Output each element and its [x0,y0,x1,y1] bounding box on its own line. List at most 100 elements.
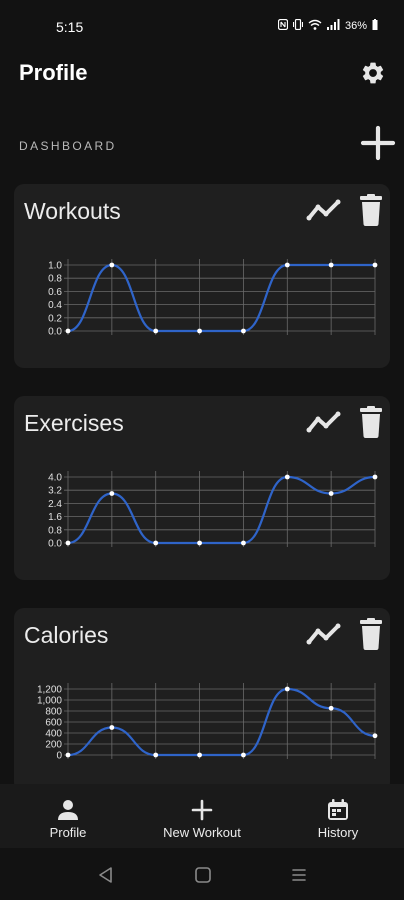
chart-point [372,474,378,480]
calendar-icon [328,799,348,820]
dashboard-card-workouts: Workouts 1.0 0.8 0.6 0.4 0.2 0.0 [14,184,390,368]
chart-point [109,491,115,496]
chart-point [197,328,202,334]
recents-lines-icon [292,869,306,881]
chart-y-tick: 3.2 [48,486,62,497]
page-title: Profile [19,60,88,85]
nav-history[interactable]: History [288,784,388,848]
nav-profile-label: Profile [49,825,87,840]
chart-point [65,328,71,334]
chart-point [284,262,290,268]
person-icon [58,800,78,820]
dashboard-card-calories: Calories 1,200 1,000 800 600 400 200 0 [14,608,390,792]
chart-series-line [67,475,376,545]
chart-point [109,262,115,268]
nfc-icon [277,18,289,33]
dashboard-label: DASHBOARD [19,139,117,153]
chart-y-tick: 0.2 [48,313,62,324]
card-delete-button[interactable] [356,406,392,438]
trash-icon [360,194,382,226]
card-trend-button[interactable] [306,618,342,650]
card-delete-button[interactable] [356,194,392,226]
card-title: Workouts [24,198,121,224]
wifi-icon [308,19,322,33]
signal-icon [326,19,340,33]
chart-point [241,540,246,546]
chart-point [372,733,378,739]
chart-point [328,491,334,496]
chart-y-tick: 2.4 [48,499,62,510]
status-time: 5:15 [56,19,84,35]
trash-icon [360,618,382,650]
chart-y-tick: 1,000 [37,696,62,707]
system-recents-button[interactable] [289,865,309,885]
card-delete-button[interactable] [356,618,392,650]
chart-series-line [67,263,375,333]
workouts-chart: 1.0 0.8 0.6 0.4 0.2 0.0 [48,259,378,338]
chart-point [328,705,334,711]
system-home-button[interactable] [193,865,213,885]
chart-y-tick: 0 [56,751,62,762]
chart-y-tick: 400 [45,729,62,740]
plus-icon [191,799,213,821]
trash-icon [360,406,382,438]
bottom-nav: Profile New Workout History [0,784,404,848]
chart-y-tick: 0.6 [48,287,62,298]
chart-y-tick: 200 [45,740,62,751]
chart-point [284,686,290,692]
chart-point [65,540,71,546]
chart-y-tick: 1.0 [48,261,62,272]
status-icons: 36% [277,18,378,33]
chart-y-tick: 0.0 [48,539,62,550]
chart-y-tick: 0.4 [48,300,62,311]
chart-y-tick: 600 [45,718,62,729]
card-trend-button[interactable] [306,406,342,438]
chart-point [109,725,115,730]
nav-profile[interactable]: Profile [18,784,118,848]
system-back-button[interactable] [96,865,116,885]
calories-chart: 1,2001,0008006004002000 [37,683,378,762]
app-header: Profile [0,48,404,104]
chart-point [65,752,71,758]
chart-point [241,752,246,758]
dashboard-section-header: DASHBOARD [0,125,404,165]
exercises-chart: 4.0 3.2 2.4 1.6 0.8 0.0 [48,471,378,550]
nav-new-workout[interactable]: New Workout [142,784,262,848]
chart-y-tick: 0.8 [48,274,62,285]
nav-new-workout-label: New Workout [163,825,241,840]
card-trend-button[interactable] [306,194,342,226]
chart-point [197,540,202,546]
chart-point [328,262,334,268]
system-nav [0,848,404,900]
settings-button[interactable] [360,60,386,86]
chart-y-tick: 0.0 [48,327,62,338]
home-square-icon [195,867,211,883]
chart-point [153,328,159,334]
chart-y-tick: 0.8 [48,525,62,536]
chart-point [153,752,159,758]
chart-point [241,328,246,334]
trend-line-icon [306,199,341,221]
plus-icon [360,125,396,161]
chart-y-tick: 1.6 [48,512,62,523]
trend-line-icon [306,411,341,433]
battery-icon [372,19,378,33]
card-title: Exercises [24,410,124,436]
chart-point [372,262,378,268]
trend-line-icon [306,623,341,645]
chart-point [197,752,202,758]
chart-point [153,540,159,546]
battery-text: 36% [344,20,367,32]
back-triangle-icon [99,867,112,883]
chart-y-tick: 800 [45,707,62,718]
add-chart-button[interactable] [360,125,396,161]
gear-icon [362,62,384,84]
chart-y-tick: 1,200 [37,685,62,696]
card-title: Calories [24,622,109,648]
chart-y-tick: 4.0 [48,473,62,484]
chart-point [284,474,290,480]
status-bar: 5:15 36% [0,0,404,48]
vibrate-icon [292,18,304,33]
dashboard-card-exercises: Exercises 4.0 3.2 2.4 1.6 0.8 0.0 [14,396,390,580]
nav-history-label: History [317,825,359,840]
